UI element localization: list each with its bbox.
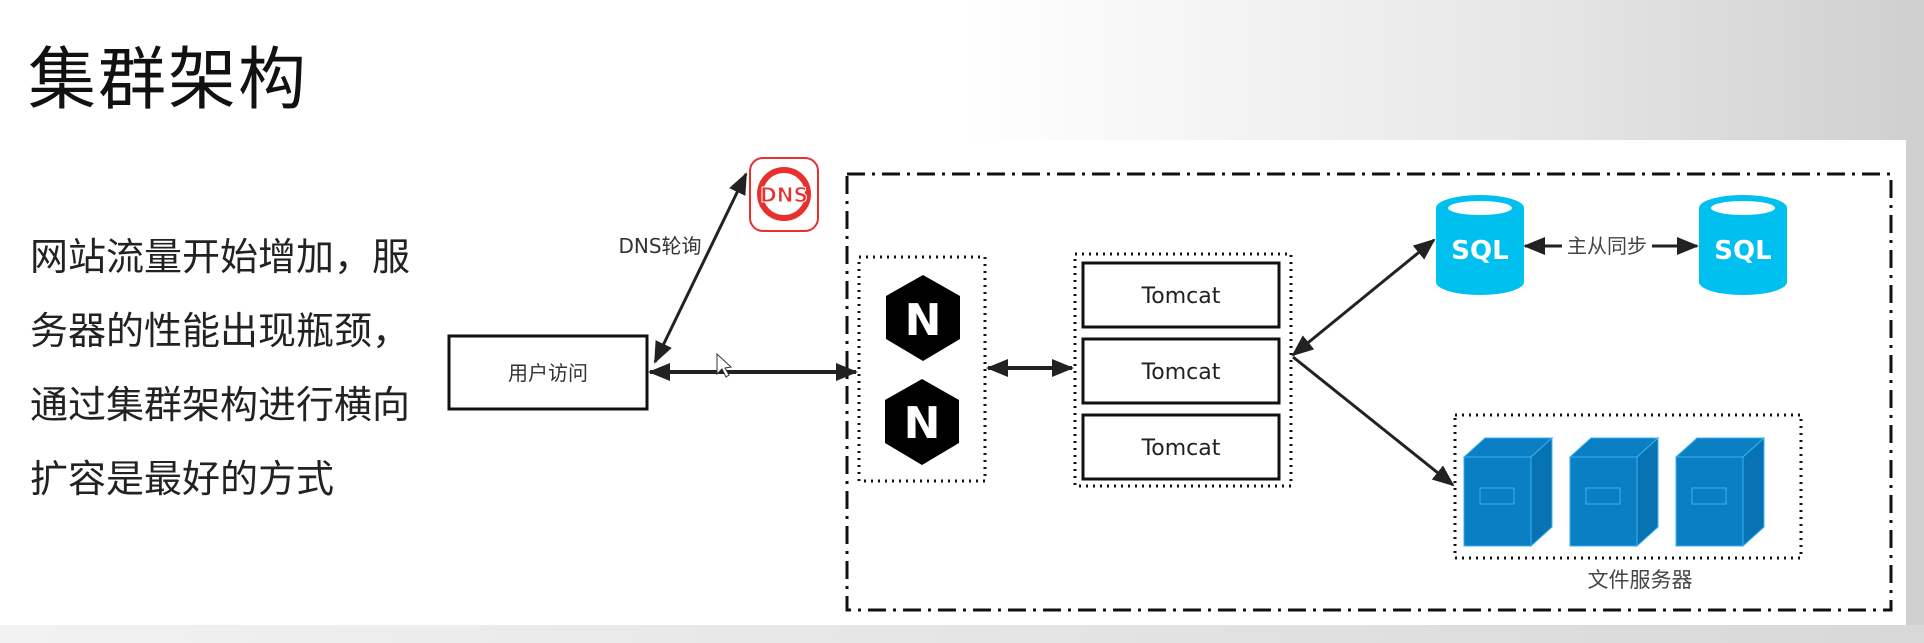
tomcat-node: Tomcat [1081,261,1281,329]
file-servers-label: 文件服务器 [1588,568,1693,592]
arrow-tomcat-fileservers [1292,355,1455,487]
file-server-icon [1462,436,1554,548]
nginx-icon: N [885,379,959,465]
tomcat-node: Tomcat [1081,413,1281,481]
svg-text:Tomcat: Tomcat [1141,360,1221,385]
master-slave-sync-label: 主从同步 [1567,234,1647,258]
svg-text:N: N [905,295,942,346]
dns-icon: DNS [749,157,819,232]
svg-text:Tomcat: Tomcat [1141,284,1221,309]
svg-text:N: N [904,398,941,449]
arrow-tomcat-sql [1291,238,1436,357]
svg-text:SQL: SQL [1451,236,1508,266]
arrow-user-dns [653,172,748,364]
user-access-box: 用户访问 [447,334,649,411]
architecture-diagram: 用户访问 DNS DNS轮询 主从同步 N N Tomcat Tomcat To… [447,157,1893,612]
sql-master-database-icon: SQL [1436,195,1524,295]
svg-text:SQL: SQL [1714,236,1771,266]
dns-round-robin-label: DNS轮询 [618,234,701,258]
dns-icon-text: DNS [760,183,808,207]
file-server-icon [1568,436,1660,548]
file-server-icon [1674,436,1766,548]
sql-slave-database-icon: SQL [1699,195,1787,295]
user-access-label: 用户访问 [508,361,588,385]
tomcat-node: Tomcat [1081,337,1281,405]
nginx-icon: N [886,275,960,361]
svg-text:Tomcat: Tomcat [1141,436,1221,461]
